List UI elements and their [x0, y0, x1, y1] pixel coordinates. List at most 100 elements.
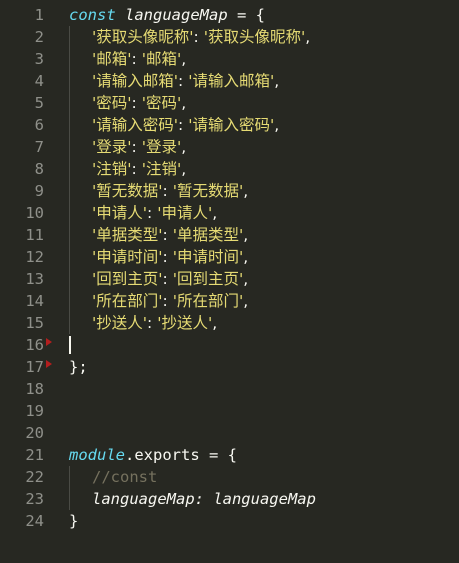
code-line[interactable]: 8 '注销': '注销', [0, 158, 459, 180]
comma: , [243, 270, 249, 288]
comma: , [243, 292, 249, 310]
identifier-module: module [69, 446, 125, 464]
code-text: '抄送人': '抄送人', [92, 312, 217, 334]
code-line[interactable]: 2 '获取头像昵称': '获取头像昵称', [0, 26, 459, 48]
code-line[interactable]: 4 '请输入邮箱': '请输入邮箱', [0, 70, 459, 92]
string-key: '注销' [92, 160, 132, 178]
line-number: 22 [25, 468, 44, 486]
comma: , [274, 116, 280, 134]
code-line[interactable]: 22 //const [0, 466, 459, 488]
code-editor[interactable]: 1 const languageMap = { 2 '获取头像昵称': '获取头… [0, 0, 459, 563]
string-value: '请输入邮箱' [188, 72, 275, 90]
line-number: 18 [25, 380, 44, 398]
string-value: '邮箱' [141, 50, 182, 68]
line-number: 14 [25, 292, 44, 310]
code-line[interactable]: 19 [0, 400, 459, 422]
code-text: languageMap: languageMap [92, 490, 316, 508]
assign-open-brace: = { [199, 446, 237, 464]
string-key: '暂无数据' [92, 182, 163, 200]
line-number: 15 [25, 314, 44, 332]
code-line[interactable]: 12 '申请时间': '申请时间', [0, 246, 459, 268]
line-number: 10 [25, 204, 44, 222]
comma: , [243, 226, 249, 244]
colon: : [193, 28, 204, 46]
code-text: '登录': '登录', [92, 136, 186, 158]
code-text: '单据类型': '单据类型', [92, 224, 248, 246]
code-line[interactable]: 23 languageMap: languageMap [0, 488, 459, 510]
colon: : [131, 160, 142, 178]
code-text: const languageMap = { [69, 4, 265, 26]
string-key: '请输入邮箱' [92, 72, 179, 90]
comment: //const [92, 468, 158, 486]
code-text: '注销': '注销', [92, 158, 186, 180]
code-line[interactable]: 10 '申请人': '申请人', [0, 202, 459, 224]
line-number: 24 [25, 512, 44, 530]
colon: : [162, 226, 173, 244]
string-value: '获取头像昵称' [203, 28, 306, 46]
assign-open-brace: = { [227, 6, 265, 24]
indent-guide [69, 224, 70, 246]
code-line[interactable]: 9 '暂无数据': '暂无数据', [0, 180, 459, 202]
indent-guide [69, 26, 70, 48]
colon: : [178, 72, 189, 90]
colon: : [162, 248, 173, 266]
string-key: '密码' [92, 94, 132, 112]
colon: : [147, 204, 158, 222]
code-line[interactable]: 3 '邮箱': '邮箱', [0, 48, 459, 70]
code-line[interactable]: 7 '登录': '登录', [0, 136, 459, 158]
code-line[interactable]: 15 '抄送人': '抄送人', [0, 312, 459, 334]
colon: : [131, 138, 142, 156]
string-key: '单据类型' [92, 226, 163, 244]
string-key: '申请人' [92, 204, 148, 222]
line-number: 7 [34, 138, 44, 156]
indent-guide [69, 136, 70, 158]
line-number: 8 [34, 160, 44, 178]
code-line[interactable]: 14 '所在部门': '所在部门', [0, 290, 459, 312]
code-line[interactable]: 18 [0, 378, 459, 400]
line-number: 21 [25, 446, 44, 464]
line-number: 1 [34, 6, 44, 24]
text-caret [69, 336, 71, 354]
code-line[interactable]: 20 [0, 422, 459, 444]
code-text: '申请人': '申请人', [92, 202, 217, 224]
string-key: '登录' [92, 138, 132, 156]
code-line[interactable]: 13 '回到主页': '回到主页', [0, 268, 459, 290]
code-line[interactable]: 24 } [0, 510, 459, 532]
comma: , [181, 138, 187, 156]
code-text: '回到主页': '回到主页', [92, 268, 248, 290]
string-value: '暂无数据' [172, 182, 244, 200]
line-number: 19 [25, 402, 44, 420]
code-line[interactable]: 16 [0, 334, 459, 356]
code-line[interactable]: 21 module.exports = { [0, 444, 459, 466]
comma: , [181, 94, 187, 112]
indent-guide [69, 70, 70, 92]
indent-guide [69, 246, 70, 268]
indent-guide [69, 92, 70, 114]
identifier-languagemap: languageMap [125, 6, 228, 24]
comma: , [181, 160, 187, 178]
code-text: '邮箱': '邮箱', [92, 48, 186, 70]
comma: , [243, 248, 249, 266]
indent-guide [69, 488, 70, 510]
code-line[interactable]: 1 const languageMap = { [0, 4, 459, 26]
string-value: '密码' [141, 94, 182, 112]
colon: : [162, 270, 173, 288]
code-line[interactable]: 17 }; [0, 356, 459, 378]
indent-guide [69, 312, 70, 334]
string-value: '所在部门' [172, 292, 244, 310]
code-line[interactable]: 5 '密码': '密码', [0, 92, 459, 114]
code-text: } [69, 512, 79, 530]
colon: : [131, 50, 142, 68]
line-number: 4 [34, 72, 44, 90]
fold-marker-icon[interactable] [46, 338, 52, 346]
code-line[interactable]: 6 '请输入密码': '请输入密码', [0, 114, 459, 136]
code-line[interactable]: 11 '单据类型': '单据类型', [0, 224, 459, 246]
line-number: 20 [25, 424, 44, 442]
line-number: 3 [34, 50, 44, 68]
fold-marker-icon[interactable] [46, 360, 52, 368]
colon: : [131, 94, 142, 112]
code-text: '申请时间': '申请时间', [92, 246, 248, 268]
code-text: '暂无数据': '暂无数据', [92, 180, 248, 202]
string-value: '登录' [141, 138, 182, 156]
colon: : [147, 314, 158, 332]
